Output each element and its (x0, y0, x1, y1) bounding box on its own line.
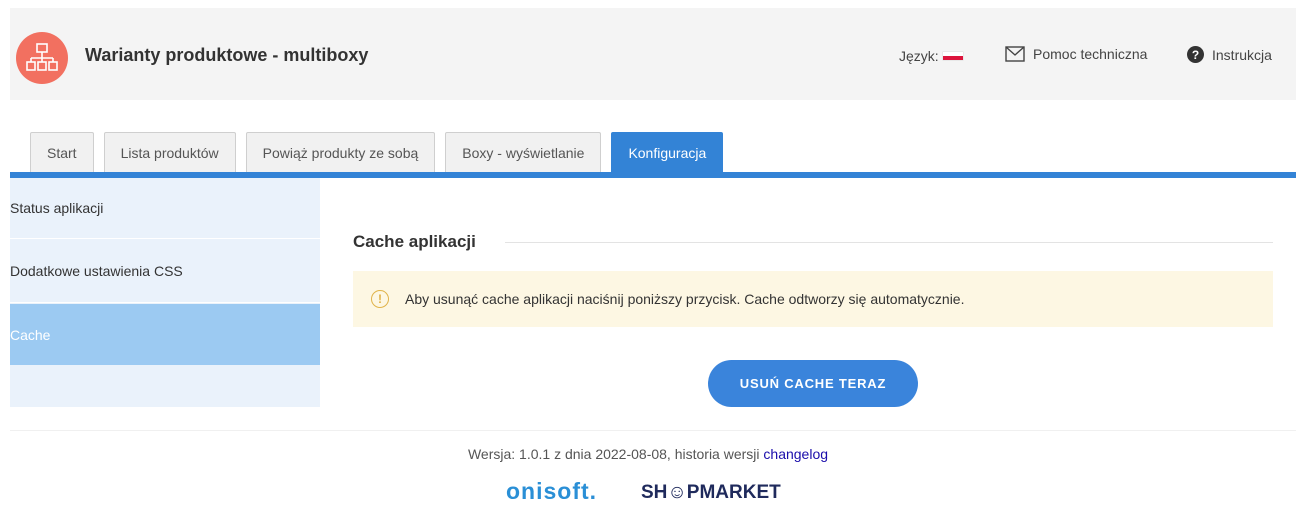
main-tabs: Start Lista produktów Powiąż produkty ze… (30, 132, 724, 173)
shopmarket-logo[interactable]: SH☺PMARKET (641, 482, 781, 504)
help-circle-icon: ? (1187, 46, 1204, 63)
info-icon: ! (371, 290, 389, 308)
support-link[interactable]: Pomoc techniczna (1005, 46, 1147, 62)
sidebar-item-label: Cache (10, 326, 51, 343)
sidebar-item-label: Dodatkowe ustawienia CSS (10, 263, 183, 279)
sitemap-icon (26, 43, 58, 71)
envelope-icon (1005, 46, 1025, 62)
sidebar-item-cache[interactable]: Cache (10, 304, 320, 365)
info-alert: ! Aby usunąć cache aplikacji naciśnij po… (353, 271, 1273, 327)
tab-product-list[interactable]: Lista produktów (103, 132, 236, 173)
clear-cache-button[interactable]: USUŃ CACHE TERAZ (708, 360, 918, 407)
app-title: Warianty produktowe - multiboxy (85, 45, 369, 65)
alert-text: Aby usunąć cache aplikacji naciśnij poni… (405, 291, 965, 307)
tab-link-products[interactable]: Powiąż produkty ze sobą (245, 132, 436, 173)
tab-start[interactable]: Start (30, 132, 94, 173)
config-sidebar: Status aplikacji Dodatkowe ustawienia CS… (10, 178, 320, 407)
sidebar-item-css-settings[interactable]: Dodatkowe ustawienia CSS (10, 240, 320, 303)
sidebar-item-label: Status aplikacji (10, 200, 104, 216)
app-header: Warianty produktowe - multiboxy Język: P… (10, 8, 1296, 100)
language-selector[interactable]: Język: (899, 48, 963, 64)
support-label: Pomoc techniczna (1033, 46, 1148, 62)
footer-divider (10, 430, 1296, 431)
polish-flag-icon[interactable] (942, 52, 963, 60)
version-text: Wersja: 1.0.1 z dnia 2022-08-08, histori… (467, 446, 764, 462)
version-info: Wersja: 1.0.1 z dnia 2022-08-08, histori… (0, 446, 1296, 462)
changelog-link[interactable]: changelog (763, 446, 828, 462)
manual-label: Instrukcja (1212, 46, 1272, 63)
tab-configuration[interactable]: Konfiguracja (611, 132, 724, 173)
tab-boxes-display[interactable]: Boxy - wyświetlanie (445, 132, 602, 173)
manual-link[interactable]: ? Instrukcja (1187, 46, 1272, 63)
app-logo (16, 32, 68, 84)
onisoft-logo[interactable]: onisoft. (506, 478, 597, 505)
sidebar-item-app-status[interactable]: Status aplikacji (10, 178, 320, 239)
language-label: Język: (899, 48, 939, 64)
section-divider (505, 242, 1273, 243)
section-title: Cache aplikacji (353, 232, 476, 251)
